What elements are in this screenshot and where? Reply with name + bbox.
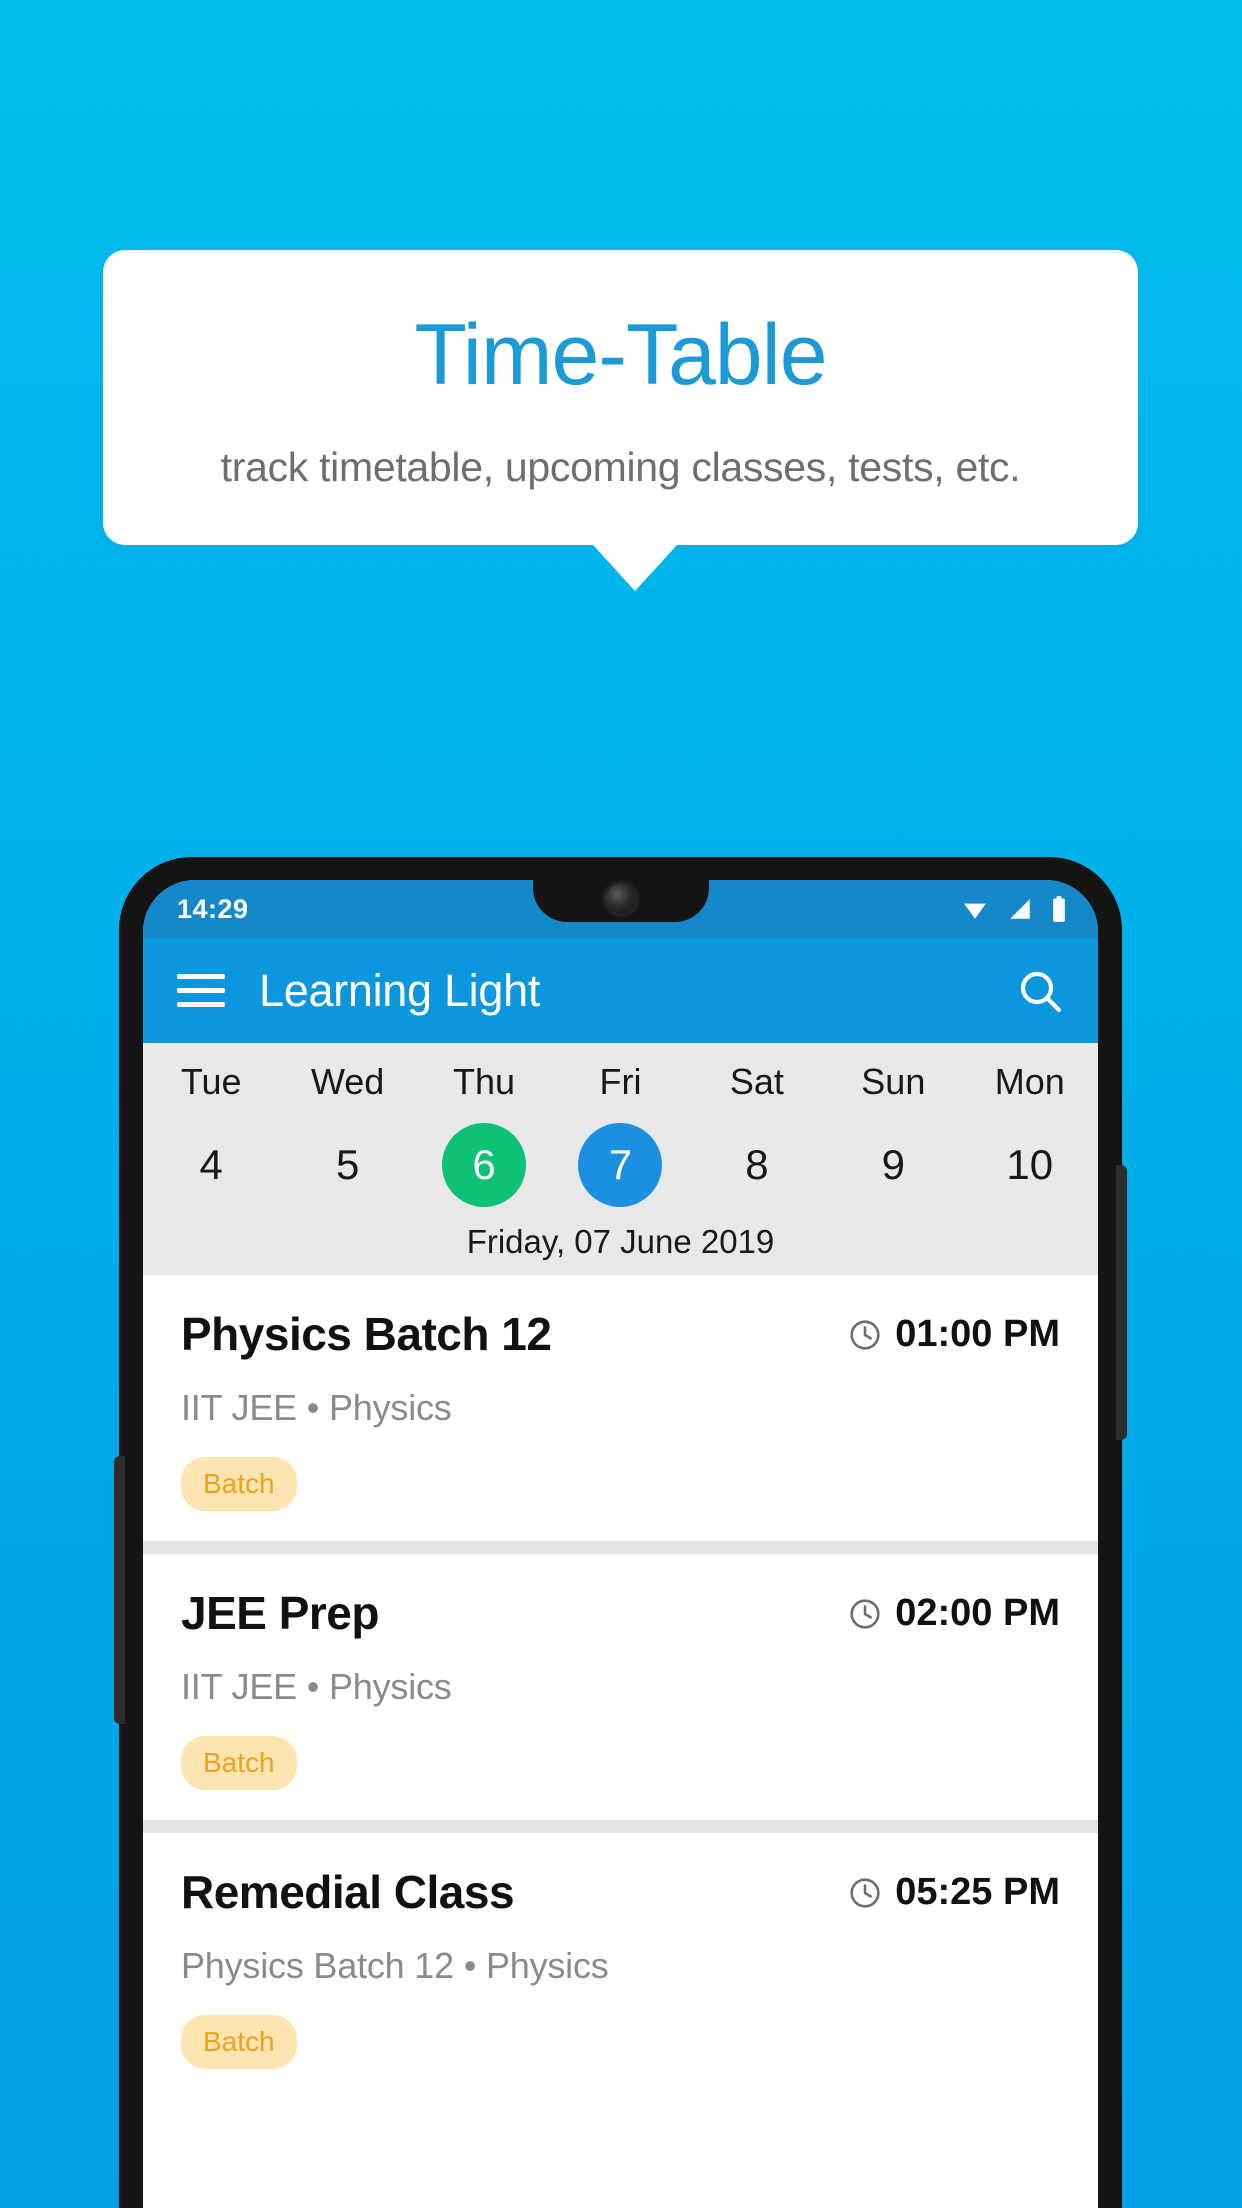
app-bar: Learning Light [143,938,1098,1043]
date-cell[interactable]: 4 [143,1123,279,1207]
weekday-label[interactable]: Fri [552,1061,688,1103]
phone-power-button[interactable] [1116,1165,1127,1283]
date-cell-selected[interactable]: 7 [552,1123,688,1207]
status-icon-group [960,895,1068,923]
date-number[interactable]: 9 [851,1123,935,1207]
weekday-label[interactable]: Sun [825,1061,961,1103]
status-clock: 14:29 [177,893,249,924]
signal-icon [1010,899,1030,919]
phone-screen: 14:29 Learning Light Tue Wed Thu Fri Sat… [143,880,1098,2208]
class-badge: Batch [181,2015,297,2069]
clock-icon [850,1598,880,1629]
battery-icon [1053,896,1065,922]
phone-assistant-button[interactable] [114,1456,125,1724]
weekday-label[interactable]: Thu [416,1061,552,1103]
clock-icon [850,1877,880,1908]
class-subtitle: IIT JEE • Physics [181,1666,452,1707]
class-card[interactable]: Remedial Class 05:25 PM Physics Batch 12… [143,1833,1098,2099]
weekday-row: Tue Wed Thu Fri Sat Sun Mon [143,1061,1098,1103]
selected-date-label: Friday, 07 June 2019 [466,1223,775,1260]
weekday-label[interactable]: Wed [279,1061,415,1103]
class-list: Physics Batch 12 01:00 PM IIT JEE • Phys… [143,1275,1098,2099]
app-title: Learning Light [259,964,541,1016]
promo-title: Time-Table [414,307,827,403]
date-cell[interactable]: 5 [279,1123,415,1207]
clock-icon [850,1319,880,1350]
class-time: 02:00 PM [895,1592,1060,1634]
date-number-selected[interactable]: 7 [578,1123,663,1207]
class-time-group: 05:25 PM [848,1865,1060,1914]
class-time-group: 01:00 PM [848,1307,1060,1356]
date-number-row: 4 5 6 7 8 9 10 [143,1123,1098,1207]
class-title: Remedial Class [181,1866,515,1918]
class-card-header: Physics Batch 12 01:00 PM [181,1307,1060,1361]
front-camera-icon [605,884,636,914]
phone-volume-button[interactable] [1116,1272,1127,1440]
weekday-label[interactable]: Mon [962,1061,1098,1103]
promo-bubble: Time-Table track timetable, upcoming cla… [103,250,1138,545]
promo-subtitle: track timetable, upcoming classes, tests… [220,444,1021,490]
class-time-group: 02:00 PM [848,1586,1060,1635]
hamburger-menu-icon[interactable] [177,974,225,1007]
phone-mockup: 14:29 Learning Light Tue Wed Thu Fri Sat… [114,858,1127,2208]
class-subtitle: Physics Batch 12 • Physics [181,1945,609,1986]
date-cell[interactable]: 10 [962,1123,1098,1207]
date-number[interactable]: 8 [715,1123,799,1207]
phone-notch [532,880,709,922]
date-number[interactable]: 4 [169,1123,253,1207]
date-number-today[interactable]: 6 [442,1123,527,1207]
class-badge: Batch [181,1736,297,1790]
bubble-tail [592,545,677,591]
class-card-header: JEE Prep 02:00 PM [181,1586,1060,1640]
class-badge: Batch [181,1457,297,1511]
class-time: 01:00 PM [895,1313,1060,1355]
promo-callout: Time-Table track timetable, upcoming cla… [103,250,1138,591]
status-bar: 14:29 [143,880,1098,938]
class-card[interactable]: Physics Batch 12 01:00 PM IIT JEE • Phys… [143,1275,1098,1541]
class-time: 05:25 PM [895,1871,1060,1913]
date-cell[interactable]: 8 [689,1123,825,1207]
weekday-label[interactable]: Sat [689,1061,825,1103]
date-cell[interactable]: 9 [825,1123,961,1207]
weekday-label[interactable]: Tue [143,1061,279,1103]
date-number[interactable]: 5 [306,1123,390,1207]
class-card[interactable]: JEE Prep 02:00 PM IIT JEE • Physics Batc… [143,1554,1098,1820]
wifi-icon [964,903,986,919]
date-cell-today[interactable]: 6 [416,1123,552,1207]
class-title: Physics Batch 12 [181,1308,552,1360]
class-title: JEE Prep [181,1587,380,1639]
date-strip: Tue Wed Thu Fri Sat Sun Mon 4 5 6 7 8 9 … [143,1043,1098,1275]
class-card-header: Remedial Class 05:25 PM [181,1865,1060,1919]
class-subtitle: IIT JEE • Physics [181,1387,452,1428]
date-number[interactable]: 10 [988,1123,1072,1207]
search-icon[interactable] [1016,967,1064,1015]
